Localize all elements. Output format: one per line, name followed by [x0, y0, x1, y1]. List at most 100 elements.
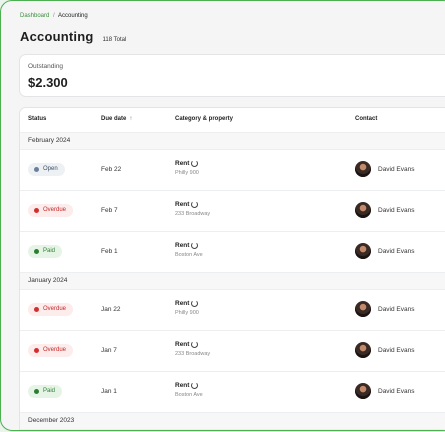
page-title: Accounting — [20, 29, 94, 44]
property-name: Boston Ave — [175, 252, 203, 258]
contact-name: David Evans — [378, 305, 415, 313]
avatar — [355, 202, 371, 218]
recurring-icon — [191, 382, 199, 389]
category-title: Rent — [175, 201, 210, 208]
recurring-icon — [191, 242, 199, 249]
status-dot-icon — [34, 167, 39, 172]
status-badge: Overdue — [28, 303, 74, 316]
category-label: Rent — [175, 341, 190, 348]
status-label: Paid — [43, 388, 56, 394]
table-row[interactable]: Open Feb 22 Rent Philly 900 David Evans — [20, 150, 445, 191]
status-label: Open — [43, 166, 58, 172]
category-cell: Rent 233 Broadway — [175, 341, 210, 357]
due-date: Jan 22 — [101, 306, 121, 313]
status-dot-icon — [34, 307, 39, 312]
property-name: Boston Ave — [175, 392, 203, 398]
recurring-icon — [191, 341, 199, 348]
category-cell: Rent 233 Broadway — [175, 201, 210, 217]
table-header: Status Due date ↑ Category & property Con… — [20, 108, 445, 133]
avatar — [355, 383, 371, 399]
outstanding-label: Outstanding — [28, 63, 64, 70]
status-label: Overdue — [43, 347, 67, 353]
table-body: February 2024 Open Feb 22 Rent Philly 900 Dav… — [20, 133, 445, 430]
column-header-status[interactable]: Status — [28, 116, 46, 122]
total-count: 118 Total — [102, 37, 127, 43]
table-row[interactable]: Overdue Jan 7 Rent 233 Broadway David Evans — [20, 331, 445, 372]
category-cell: Rent Boston Ave — [175, 382, 203, 398]
table-row[interactable]: Paid Jan 1 Rent Boston Ave David Evans — [20, 372, 445, 413]
category-title: Rent — [175, 300, 199, 307]
table-row[interactable]: Overdue Feb 7 Rent 233 Broadway David Evans — [20, 191, 445, 232]
due-date: Feb 7 — [101, 207, 118, 214]
property-name: Philly 900 — [175, 170, 199, 176]
title-row: Accounting 118 Total — [20, 29, 126, 44]
group-row: February 2024 — [20, 133, 445, 150]
contact-cell[interactable]: David Evans — [355, 301, 415, 317]
category-title: Rent — [175, 341, 210, 348]
property-name: 233 Broadway — [175, 211, 211, 217]
contact-cell[interactable]: David Evans — [355, 202, 415, 218]
contact-name: David Evans — [378, 206, 415, 214]
contact-cell[interactable]: David Evans — [355, 161, 415, 177]
group-row: January 2024 — [20, 273, 445, 290]
status-badge: Open — [28, 163, 65, 176]
category-cell: Rent Boston Ave — [175, 242, 203, 258]
app-window: Dashboard / Accounting Accounting 118 To… — [0, 0, 445, 431]
group-row: December 2023 — [20, 413, 445, 430]
outstanding-value: $2.300 — [28, 75, 68, 90]
contact-name: David Evans — [378, 165, 415, 173]
property-name: 233 Broadway — [175, 351, 211, 357]
column-header-category[interactable]: Category & property — [175, 116, 233, 122]
category-cell: Rent Philly 900 — [175, 160, 199, 176]
category-label: Rent — [175, 242, 190, 249]
group-label: February 2024 — [28, 137, 71, 144]
contact-name: David Evans — [378, 346, 415, 354]
avatar — [355, 342, 371, 358]
breadcrumb-current: Accounting — [58, 13, 88, 19]
recurring-icon — [191, 160, 199, 167]
group-label: January 2024 — [28, 277, 68, 284]
due-date: Jan 7 — [101, 347, 117, 354]
contact-name: David Evans — [378, 387, 415, 395]
due-date: Feb 1 — [101, 248, 118, 255]
category-title: Rent — [175, 242, 203, 249]
property-name: Philly 900 — [175, 310, 199, 316]
category-label: Rent — [175, 382, 190, 389]
category-label: Rent — [175, 160, 190, 167]
column-header-due-date[interactable]: Due date ↑ — [101, 116, 132, 122]
status-label: Paid — [43, 248, 56, 254]
avatar — [355, 243, 371, 259]
due-date: Jan 1 — [101, 388, 117, 395]
breadcrumb-dashboard-link[interactable]: Dashboard — [20, 13, 49, 19]
sort-ascending-icon[interactable]: ↑ — [129, 116, 132, 122]
category-title: Rent — [175, 160, 199, 167]
status-dot-icon — [34, 389, 39, 394]
breadcrumb: Dashboard / Accounting — [20, 13, 88, 19]
contact-cell[interactable]: David Evans — [355, 243, 415, 259]
avatar — [355, 301, 371, 317]
due-date: Feb 22 — [101, 166, 122, 173]
status-label: Overdue — [43, 306, 67, 312]
status-dot-icon — [34, 208, 39, 213]
status-dot-icon — [34, 348, 39, 353]
contact-cell[interactable]: David Evans — [355, 383, 415, 399]
recurring-icon — [191, 300, 199, 307]
contact-cell[interactable]: David Evans — [355, 342, 415, 358]
table-row[interactable]: Overdue Jan 22 Rent Philly 900 David Evans — [20, 290, 445, 331]
column-header-due-date-label: Due date — [101, 116, 127, 122]
table-row[interactable]: Paid Feb 1 Rent Boston Ave David Evans — [20, 232, 445, 273]
contact-name: David Evans — [378, 247, 415, 255]
category-title: Rent — [175, 382, 203, 389]
status-badge: Overdue — [28, 204, 74, 217]
status-badge: Overdue — [28, 344, 74, 357]
category-label: Rent — [175, 300, 190, 307]
accounting-table: Status Due date ↑ Category & property Con… — [20, 108, 445, 430]
outstanding-card: Outstanding $2.300 — [20, 55, 445, 96]
status-dot-icon — [34, 249, 39, 254]
column-header-contact[interactable]: Contact — [355, 116, 377, 122]
status-badge: Paid — [28, 385, 63, 398]
status-badge: Paid — [28, 245, 63, 258]
category-cell: Rent Philly 900 — [175, 300, 199, 316]
avatar — [355, 161, 371, 177]
category-label: Rent — [175, 201, 190, 208]
